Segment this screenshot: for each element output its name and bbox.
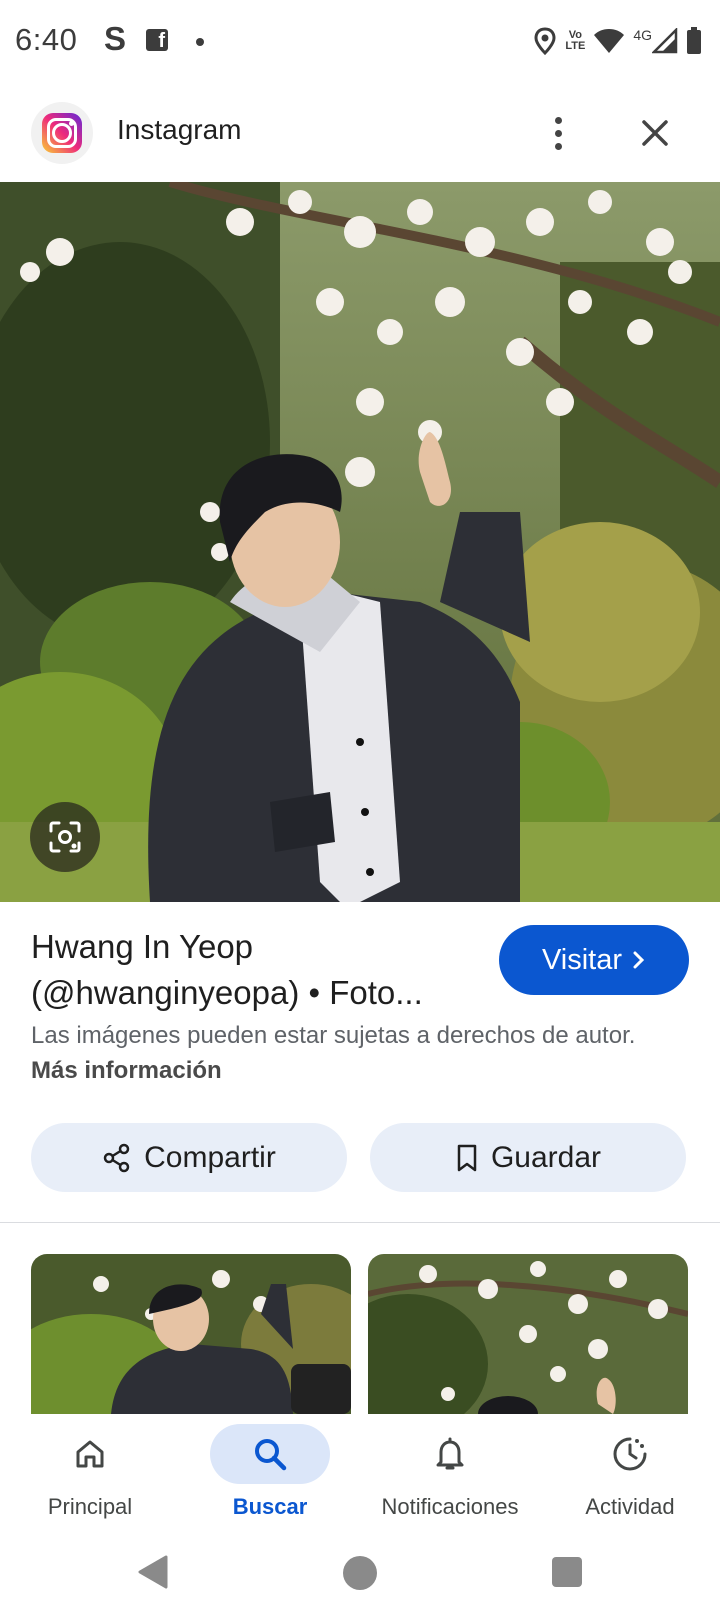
- copyright-notice: Las imágenes pueden estar sujetas a dere…: [31, 1018, 671, 1088]
- notification-dot-icon: [196, 38, 204, 46]
- nav-item-notificaciones[interactable]: Notificaciones: [360, 1414, 540, 1534]
- more-vertical-icon[interactable]: [538, 108, 578, 158]
- location-icon: [534, 27, 556, 55]
- visit-button[interactable]: Visitar: [499, 925, 689, 995]
- bookmark-icon: [457, 1144, 477, 1171]
- close-icon[interactable]: [630, 108, 680, 158]
- nav-label: Notificaciones: [381, 1494, 519, 1519]
- bottom-navigation: Principal Buscar Notificaciones Activida…: [0, 1414, 720, 1534]
- related-image-1-illustration: [31, 1254, 351, 1414]
- status-time: 6:40: [15, 22, 78, 57]
- save-label: Guardar: [490, 1140, 602, 1174]
- visit-label: Visitar: [541, 943, 623, 976]
- recents-icon[interactable]: [552, 1557, 582, 1587]
- source-logo[interactable]: [31, 102, 93, 164]
- lens-button[interactable]: [30, 802, 100, 872]
- share-icon: [103, 1143, 130, 1172]
- nav-label: Principal: [47, 1494, 133, 1519]
- back-icon[interactable]: [136, 1554, 170, 1590]
- nav-icon-container: [30, 1424, 150, 1484]
- result-title-line2: (@hwanginyeopa) • Foto...: [31, 974, 423, 1011]
- nav-icon-container: [210, 1424, 330, 1484]
- viewer-header: Instagram: [0, 84, 720, 182]
- save-button[interactable]: Guardar: [370, 1123, 686, 1192]
- volte-indicator: Vo LTE: [565, 30, 585, 52]
- facebook-icon: f: [146, 29, 168, 52]
- copyright-text: Las imágenes pueden estar sujetas a dere…: [31, 1022, 636, 1049]
- share-label: Compartir: [144, 1140, 276, 1174]
- chevron-right-icon: [633, 951, 645, 969]
- network-type: 4G: [633, 27, 652, 43]
- system-navigation: [0, 1534, 720, 1612]
- wifi-icon: [594, 29, 625, 53]
- result-title[interactable]: Hwang In Yeop (@hwanginyeopa) • Foto...: [31, 924, 471, 1016]
- home-icon: [76, 1440, 104, 1468]
- related-image[interactable]: [368, 1254, 688, 1414]
- status-bar: 6:40 S f Vo LTE 4G: [0, 0, 720, 84]
- divider: [0, 1222, 720, 1223]
- nav-icon-container: [570, 1424, 690, 1484]
- bell-icon: [436, 1437, 464, 1470]
- nav-item-principal[interactable]: Principal: [0, 1414, 180, 1534]
- source-title[interactable]: Instagram: [117, 114, 242, 146]
- home-button-icon[interactable]: [343, 1556, 377, 1590]
- photo-illustration: [0, 182, 720, 902]
- nav-item-actividad[interactable]: Actividad: [540, 1414, 720, 1534]
- share-button[interactable]: Compartir: [31, 1123, 347, 1192]
- instagram-logo-icon: [42, 113, 82, 153]
- app-s-icon: S: [104, 20, 127, 57]
- more-info-link[interactable]: Más información: [31, 1057, 222, 1084]
- nav-label: Actividad: [585, 1494, 675, 1519]
- search-icon: [255, 1439, 287, 1471]
- nav-label: Buscar: [232, 1494, 308, 1519]
- status-icons: Vo LTE 4G: [533, 24, 702, 58]
- result-title-line1: Hwang In Yeop: [31, 928, 254, 965]
- nav-item-buscar[interactable]: Buscar: [180, 1414, 360, 1534]
- main-image[interactable]: [0, 182, 720, 902]
- battery-icon: [687, 27, 701, 54]
- related-image-2-illustration: [368, 1254, 688, 1414]
- volte-bottom: LTE: [565, 40, 586, 52]
- activity-icon: [613, 1437, 647, 1471]
- google-lens-icon: [49, 821, 81, 853]
- nav-icon-container: [390, 1424, 510, 1484]
- related-image[interactable]: [31, 1254, 351, 1414]
- signal-icon: [652, 28, 678, 54]
